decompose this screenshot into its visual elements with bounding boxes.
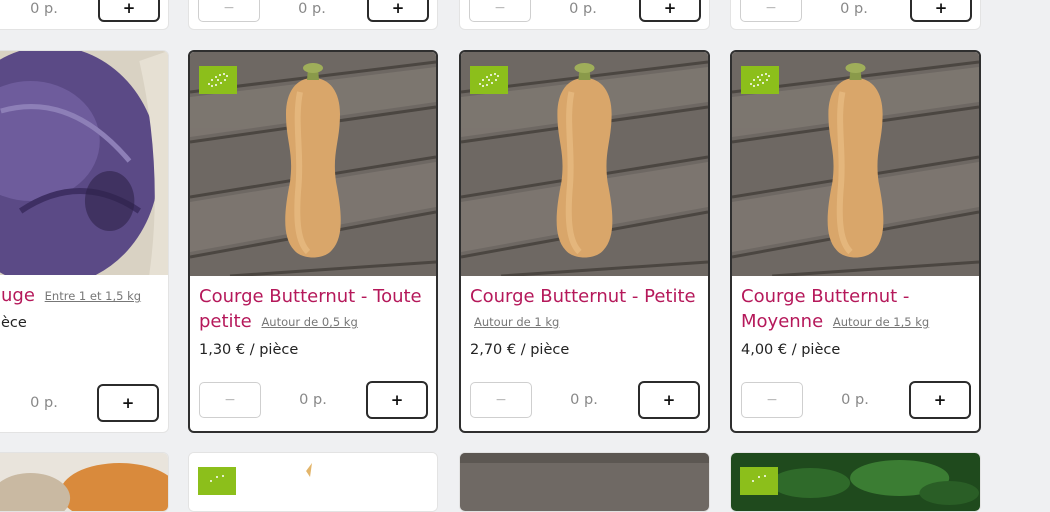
eu-organic-leaf-icon: [750, 73, 770, 87]
quantity-note: Autour de 1,5 kg: [832, 315, 930, 329]
quantity-note: Entre 1 et 1,5 kg: [44, 289, 142, 303]
product-price: 2,70 € / pièce: [470, 342, 570, 358]
add-button[interactable]: +: [97, 384, 159, 422]
product-card-bottom-2[interactable]: [188, 452, 438, 512]
add-button[interactable]: +: [367, 0, 429, 22]
product-card-butternut-toute-petite[interactable]: Courge Butternut - Toute petite Autour d…: [188, 50, 438, 433]
product-card-top-2: − 0 p. +: [188, 0, 438, 30]
product-name[interactable]: uge: [1, 285, 35, 306]
bio-badge: [198, 467, 236, 495]
product-title: Courge Butternut - Moyenne Autour de 1,5…: [741, 284, 971, 335]
remove-button[interactable]: −: [198, 0, 260, 22]
add-button[interactable]: +: [366, 381, 428, 419]
quantity-note: Autour de 0,5 kg: [261, 315, 358, 329]
bio-badge: [199, 66, 237, 94]
bio-badge: [470, 66, 508, 94]
quantity-count: 0 p.: [841, 392, 869, 408]
product-card-bottom-4[interactable]: [730, 452, 981, 512]
product-card-bottom-3[interactable]: [459, 452, 710, 512]
product-price: èce: [1, 315, 27, 331]
quantity-count: 0 p.: [30, 1, 58, 17]
quantity-note: Autour de 1 kg: [474, 315, 560, 329]
product-card-bottom-1[interactable]: [0, 452, 169, 512]
remove-button[interactable]: −: [199, 382, 261, 418]
quantity-count: 0 p.: [840, 1, 868, 17]
eu-organic-leaf-icon: [208, 73, 228, 87]
product-card-top-1: 0 p. +: [0, 0, 169, 30]
bio-badge: [740, 467, 778, 495]
eu-organic-leaf-icon: [479, 73, 499, 87]
squash-photo: [0, 453, 168, 511]
product-price: 1,30 € / pièce: [199, 342, 299, 358]
product-card-top-3: − 0 p. +: [459, 0, 710, 30]
remove-button[interactable]: −: [469, 0, 531, 22]
add-button[interactable]: +: [639, 0, 701, 22]
remove-button[interactable]: −: [741, 382, 803, 418]
add-button[interactable]: +: [909, 381, 971, 419]
add-button[interactable]: +: [98, 0, 160, 22]
product-title: Courge Butternut - Toute petite Autour d…: [199, 284, 428, 335]
add-button[interactable]: +: [638, 381, 700, 419]
add-button[interactable]: +: [910, 0, 972, 22]
product-name[interactable]: Courge Butternut - Petite: [470, 286, 696, 307]
eu-organic-leaf-icon: [752, 475, 766, 482]
product-card-butternut-moyenne[interactable]: Courge Butternut - Moyenne Autour de 1,5…: [730, 50, 981, 433]
eu-organic-leaf-icon: [210, 475, 224, 482]
quantity-count: 0 p.: [570, 392, 598, 408]
product-card-red-cabbage[interactable]: uge Entre 1 et 1,5 kg èce 0 p. +: [0, 50, 169, 433]
grey-photo: [460, 453, 709, 511]
product-card-butternut-petite[interactable]: Courge Butternut - Petite Autour de 1 kg…: [459, 50, 710, 433]
red-cabbage-photo: [0, 51, 168, 275]
product-title: uge Entre 1 et 1,5 kg: [1, 283, 160, 309]
bio-badge: [741, 66, 779, 94]
quantity-count: 0 p.: [299, 392, 327, 408]
remove-button[interactable]: −: [470, 382, 532, 418]
product-title: Courge Butternut - Petite Autour de 1 kg: [470, 284, 700, 335]
product-card-top-4: − 0 p. +: [730, 0, 981, 30]
remove-button[interactable]: −: [740, 0, 802, 22]
quantity-count: 0 p.: [30, 395, 58, 411]
quantity-count: 0 p.: [298, 1, 326, 17]
quantity-count: 0 p.: [569, 1, 597, 17]
product-price: 4,00 € / pièce: [741, 342, 841, 358]
